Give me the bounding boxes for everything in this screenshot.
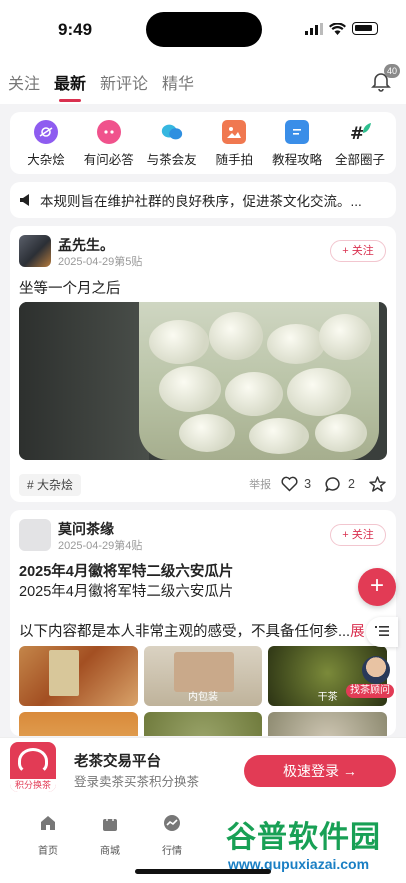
nav-label: 行情 <box>162 846 182 857</box>
trend-icon <box>164 815 180 831</box>
guide-icon <box>285 120 310 144</box>
post-thumb[interactable] <box>19 646 138 706</box>
post-meta: 2025-04-29第5贴 <box>58 256 143 268</box>
category-label: 随手拍 <box>215 153 254 167</box>
category-item[interactable]: 大杂烩 <box>16 120 76 174</box>
battery-icon <box>352 22 378 35</box>
follow-button[interactable]: + 关注 <box>330 524 386 546</box>
post-excerpt-text: 以下内容都是本人非常主观的感受，不具备任何参... <box>19 624 351 640</box>
shop-bag-icon <box>103 814 117 831</box>
category-label: 有问必答 <box>83 153 134 167</box>
heart-icon[interactable] <box>281 476 298 492</box>
follow-button[interactable]: + 关注 <box>330 240 386 262</box>
status-icons <box>305 22 378 35</box>
post-thumb[interactable] <box>19 712 138 736</box>
notice-bar[interactable]: 本规则旨在维护社群的良好秩序，促进茶文化交流。... <box>10 182 396 218</box>
photo-icon <box>222 120 247 144</box>
nav-label: 商城 <box>100 846 120 857</box>
category-item[interactable]: 有问必答 <box>79 120 139 174</box>
status-time: 9:49 <box>58 20 93 39</box>
category-item[interactable]: # 全部圈子 <box>330 120 390 174</box>
nav-item-market[interactable]: 行情 <box>142 813 202 857</box>
signal-icon <box>305 22 323 35</box>
logo-caption: 积分换茶 <box>10 779 56 792</box>
tea-advisor-button[interactable]: 找茶顾问 <box>346 656 398 698</box>
expand-link[interactable]: 展 <box>350 624 365 640</box>
dynamic-island <box>146 12 262 47</box>
category-label: 全部圈子 <box>334 153 385 167</box>
category-label: 教程攻略 <box>272 153 323 167</box>
chat-bubbles-icon <box>160 120 184 144</box>
nav-label: 首页 <box>38 846 58 857</box>
notification-badge: 40 <box>384 64 400 78</box>
post-card[interactable]: 莫问茶缘 2025-04-29第4贴 + 关注 2025年4月徽将军特二级六安瓜… <box>10 510 396 736</box>
wifi-icon <box>329 22 346 35</box>
advisor-label: 找茶顾问 <box>346 684 394 698</box>
like-count: 3 <box>304 477 312 491</box>
post-meta: 2025-04-29第4贴 <box>58 540 143 552</box>
promo-banner: 积分换茶 老茶交易平台 登录卖茶买茶积分换茶 极速登录 → <box>0 737 406 801</box>
post-username[interactable]: 孟先生。 <box>58 235 114 255</box>
home-icon <box>41 816 55 830</box>
category-label: 大杂烩 <box>27 153 65 167</box>
category-item[interactable]: 教程攻略 <box>267 120 327 174</box>
post-tag[interactable]: # 大杂烩 <box>19 474 82 496</box>
category-item[interactable]: 与茶会友 <box>142 120 202 174</box>
tab-new-comments[interactable]: 新评论 <box>100 70 148 94</box>
advisor-avatar <box>362 656 390 684</box>
post-title: 2025年4月徽将军特二级六安瓜片 <box>19 564 234 580</box>
avatar[interactable] <box>19 235 51 267</box>
planet-icon <box>34 120 58 144</box>
category-grid: 大杂烩 有问必答 与茶会友 随手拍 教程攻略 # 全部圈子 <box>10 112 396 174</box>
post-subtitle: 2025年4月徽将军特二级六安瓜片 <box>19 584 234 600</box>
post-thumb[interactable] <box>268 712 387 736</box>
post-excerpt: 以下内容都是本人非常主观的感受，不具备任何参...展 <box>19 620 365 641</box>
quick-login-button[interactable]: 极速登录 → <box>244 755 396 787</box>
post-image-grid: 内包装 干茶 <box>19 646 387 736</box>
hashtag-icon: # <box>348 120 372 144</box>
post-actions: 举报 3 2 <box>249 476 386 492</box>
category-label: 与茶会友 <box>146 153 197 167</box>
post-thumb[interactable] <box>143 712 263 736</box>
megaphone-icon <box>20 194 29 206</box>
category-item[interactable]: 随手拍 <box>204 120 264 174</box>
post-username[interactable]: 莫问茶缘 <box>58 519 114 539</box>
home-indicator <box>135 869 271 874</box>
comment-icon[interactable] <box>325 476 342 492</box>
star-icon[interactable] <box>369 476 386 492</box>
notice-text: 本规则旨在维护社群的良好秩序，促进茶文化交流。... <box>40 194 362 209</box>
tab-featured[interactable]: 精华 <box>162 70 194 94</box>
watermark-title: 谷普软件园 <box>226 821 381 854</box>
report-button[interactable]: 举报 <box>249 476 271 492</box>
svg-text:#: # <box>350 124 364 143</box>
feed-tabs: 关注 最新 新评论 精华 <box>8 70 194 102</box>
status-bar: 9:49 <box>0 0 406 58</box>
comment-count: 2 <box>348 477 355 491</box>
tab-latest[interactable]: 最新 <box>54 70 86 102</box>
promo-title: 老茶交易平台 <box>74 754 161 770</box>
avatar[interactable] <box>19 519 51 551</box>
tab-following[interactable]: 关注 <box>8 70 40 94</box>
post-card[interactable]: 孟先生。 2025-04-29第5贴 + 关注 坐等一个月之后 # 大杂烩 举报… <box>10 226 396 502</box>
post-thumb[interactable]: 内包装 <box>143 646 263 706</box>
post-text: 坐等一个月之后 <box>19 281 121 297</box>
post-image[interactable] <box>19 302 387 460</box>
ask-icon <box>96 120 121 144</box>
create-post-button[interactable]: + <box>358 568 396 606</box>
nav-item-shop[interactable]: 商城 <box>80 813 140 857</box>
list-toggle-button[interactable] <box>366 617 398 647</box>
list-icon <box>375 626 389 636</box>
app-logo: 积分换茶 <box>10 742 56 792</box>
thumb-caption: 内包装 <box>187 692 218 703</box>
nav-item-home[interactable]: 首页 <box>18 813 78 857</box>
top-nav: 关注 最新 新评论 精华 40 <box>0 58 406 104</box>
promo-subtitle: 登录卖茶买茶积分换茶 <box>74 775 200 789</box>
